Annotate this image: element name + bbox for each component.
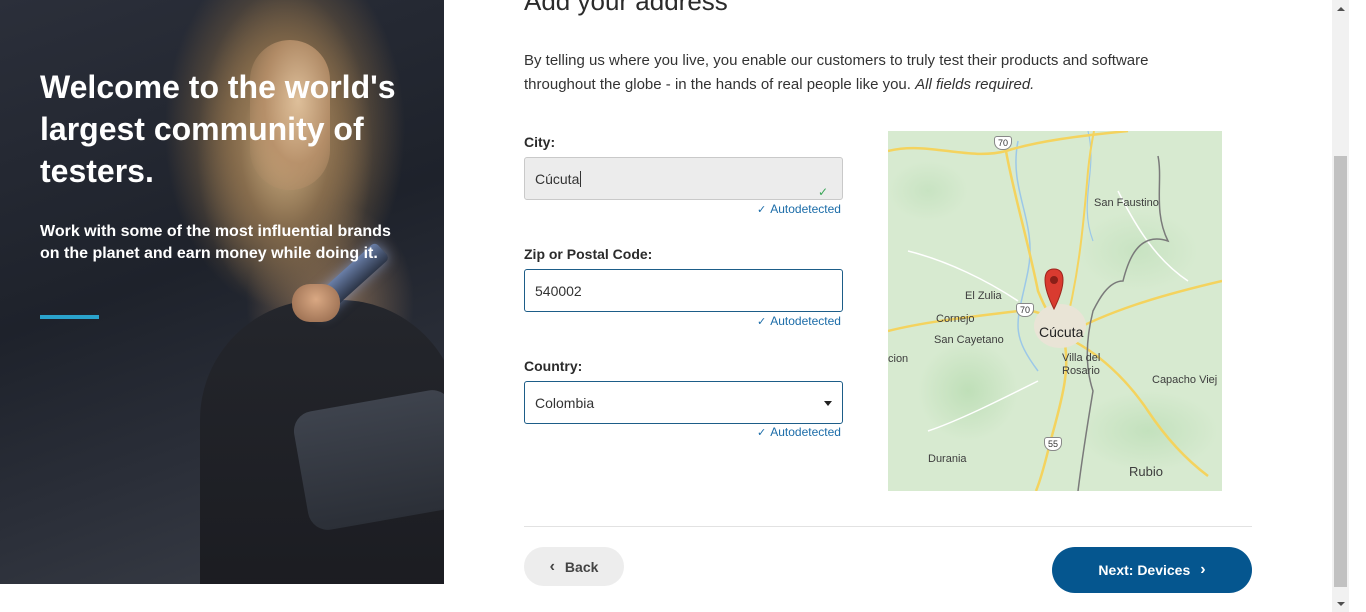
check-icon: ✓ xyxy=(757,316,767,328)
map-label-rubio: Rubio xyxy=(1129,464,1163,479)
location-map[interactable]: 70 70 55 San Faustino El Zulia Cornejo S… xyxy=(888,131,1222,491)
text-cursor xyxy=(580,170,582,187)
next-devices-button[interactable]: Next: Devices › xyxy=(1052,547,1252,593)
route-shield-70: 70 xyxy=(1016,303,1035,317)
country-value: Colombia xyxy=(535,394,595,411)
city-field[interactable]: Cúcuta ✓ xyxy=(524,157,843,200)
hero-subtitle: Work with some of the most influential b… xyxy=(40,223,391,262)
country-select[interactable]: Colombia xyxy=(524,381,843,424)
city-autodetected-badge: ✓ Autodetected xyxy=(757,202,843,216)
hero-photo-hand xyxy=(292,284,340,322)
chevron-left-icon: ‹ xyxy=(549,557,555,575)
map-label-cornejo: Cornejo xyxy=(936,313,975,325)
map-label-capacho-viejo: Capacho Viej xyxy=(1152,374,1218,386)
next-button-label: Next: Devices xyxy=(1098,562,1191,578)
zip-field[interactable]: 540002 xyxy=(524,269,843,312)
zip-value: 540002 xyxy=(535,282,582,299)
hero-panel: Welcome to the world's largest community… xyxy=(0,0,444,584)
footer-divider xyxy=(524,526,1252,527)
intro-text: By telling us where you live, you enable… xyxy=(524,49,1224,97)
map-label-san-faustino: San Faustino xyxy=(1094,197,1159,209)
dropdown-caret-icon xyxy=(824,401,832,406)
scrollbar-thumb[interactable] xyxy=(1334,156,1347,587)
back-button-label: Back xyxy=(564,558,599,575)
page-title: Add your address xyxy=(524,0,728,16)
route-shield-70: 70 xyxy=(994,136,1013,150)
route-shield-55: 55 xyxy=(1044,437,1063,451)
scroll-down-arrow-icon[interactable] xyxy=(1332,595,1349,612)
country-label: Country: xyxy=(524,358,583,374)
intro-body: By telling us where you live, you enable… xyxy=(524,52,1149,93)
map-label-villa-del-rosario: Villa del Rosario xyxy=(1062,352,1101,377)
country-autodetected-badge: ✓ Autodetected xyxy=(757,425,843,439)
country-status: Autodetected xyxy=(770,425,841,439)
scroll-up-arrow-icon[interactable] xyxy=(1332,0,1349,17)
check-icon: ✓ xyxy=(757,204,767,216)
back-button[interactable]: ‹ Back xyxy=(524,547,624,586)
city-label: City: xyxy=(524,134,556,150)
map-label-durania: Durania xyxy=(928,453,967,465)
valid-check-icon: ✓ xyxy=(817,185,828,199)
chevron-right-icon: › xyxy=(1200,561,1206,578)
map-label-cion: cion xyxy=(888,353,909,365)
zip-label: Zip or Postal Code: xyxy=(524,246,653,262)
hero-title: Welcome to the world's largest community… xyxy=(40,69,396,189)
check-icon: ✓ xyxy=(757,427,767,439)
map-label-cucuta: Cúcuta xyxy=(1039,324,1084,340)
zip-autodetected-badge: ✓ Autodetected xyxy=(757,314,843,328)
city-value: Cúcuta xyxy=(535,170,580,187)
map-label-san-cayetano: San Cayetano xyxy=(934,334,1004,346)
city-status: Autodetected xyxy=(770,202,841,216)
zip-status: Autodetected xyxy=(770,314,841,328)
intro-required-note: All fields required. xyxy=(915,76,1035,93)
map-label-el-zulia: El Zulia xyxy=(965,290,1002,302)
hero-accent-rule xyxy=(40,315,99,319)
